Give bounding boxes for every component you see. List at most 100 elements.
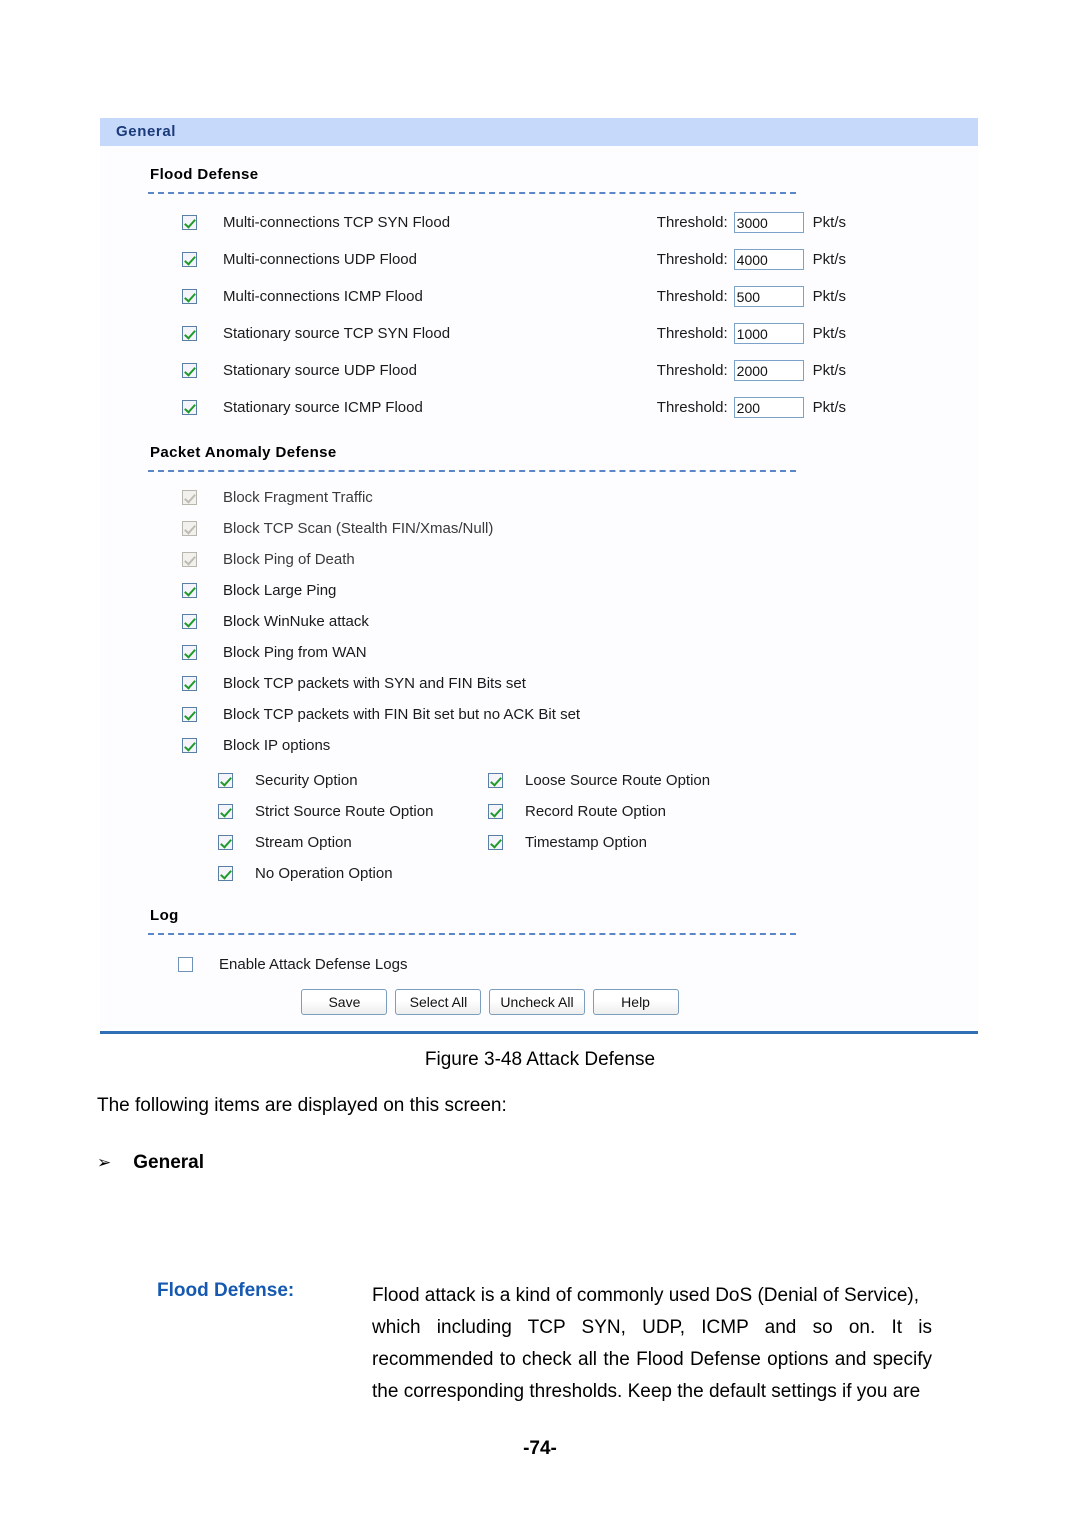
term-description: Flood attack is a kind of commonly used … xyxy=(372,1280,932,1408)
threshold-input[interactable] xyxy=(733,397,804,418)
ip-option-checkbox[interactable] xyxy=(218,804,233,819)
threshold-group: Threshold: Pkt/s xyxy=(657,397,978,418)
threshold-label: Threshold: xyxy=(656,251,728,268)
packet-anomaly-row: Block Large Ping xyxy=(100,575,978,606)
term-line: which including TCP SYN, UDP, ICMP and s… xyxy=(372,1317,932,1338)
save-button[interactable]: Save xyxy=(301,989,388,1015)
ip-option-label: Stream Option xyxy=(255,834,352,851)
bullet-heading-general: ➢ General xyxy=(97,1152,204,1174)
flood-defense-row: Multi-connections TCP SYN Flood Threshold… xyxy=(100,204,978,241)
packet-anomaly-label: Block IP options xyxy=(223,737,331,754)
packet-anomaly-checkbox xyxy=(182,521,197,536)
threshold-unit: Pkt/s xyxy=(812,251,846,268)
packet-anomaly-label: Block WinNuke attack xyxy=(223,613,369,630)
flood-defense-checkbox[interactable] xyxy=(182,215,197,230)
flood-defense-checkbox[interactable] xyxy=(182,289,197,304)
packet-anomaly-label: Block TCP packets with FIN Bit set but n… xyxy=(223,706,581,723)
help-button[interactable]: Help xyxy=(592,989,679,1015)
packet-anomaly-label: Block Fragment Traffic xyxy=(223,489,373,506)
threshold-input[interactable] xyxy=(733,212,804,233)
flood-defense-checkbox[interactable] xyxy=(182,363,197,378)
packet-anomaly-checkbox[interactable] xyxy=(182,614,197,629)
packet-anomaly-checkbox[interactable] xyxy=(182,583,197,598)
threshold-label: Threshold: xyxy=(656,288,728,305)
packet-anomaly-row: Block Ping of Death xyxy=(100,544,978,575)
packet-anomaly-checkbox[interactable] xyxy=(182,707,197,722)
threshold-group: Threshold: Pkt/s xyxy=(657,360,978,381)
packet-anomaly-title: Packet Anomaly Defense xyxy=(150,444,337,461)
figure-caption: Figure 3-48 Attack Defense xyxy=(424,1049,656,1070)
threshold-unit: Pkt/s xyxy=(812,214,846,231)
flood-defense-label: Stationary source TCP SYN Flood xyxy=(223,325,451,342)
panel-header-title: General xyxy=(116,123,177,140)
attack-defense-panel: General Flood Defense Multi-connections … xyxy=(100,118,978,1034)
ip-option-cell[interactable]: Security Option xyxy=(218,772,488,789)
ip-option-checkbox[interactable] xyxy=(218,835,233,850)
threshold-group: Threshold: Pkt/s xyxy=(657,249,978,270)
flood-defense-row: Stationary source UDP Flood Threshold: Pkt… xyxy=(100,352,978,389)
packet-anomaly-list: Block Fragment Traffic Block TCP Scan (St… xyxy=(100,482,978,761)
ip-option-row: Strict Source Route Option Record Route O… xyxy=(218,796,978,827)
flood-defense-checkbox[interactable] xyxy=(182,326,197,341)
packet-anomaly-row: Block TCP packets with FIN Bit set but n… xyxy=(100,699,978,730)
term-line: Flood attack is a kind of commonly used … xyxy=(372,1285,920,1306)
packet-anomaly-row: Block Fragment Traffic xyxy=(100,482,978,513)
threshold-input[interactable] xyxy=(733,360,804,381)
threshold-input[interactable] xyxy=(733,249,804,270)
flood-defense-checkbox[interactable] xyxy=(182,252,197,267)
ip-option-row: Stream Option Timestamp Option xyxy=(218,827,978,858)
ip-option-checkbox[interactable] xyxy=(218,866,233,881)
flood-defense-label: Multi-connections TCP SYN Flood xyxy=(223,214,451,231)
packet-anomaly-row: Block IP options xyxy=(100,730,978,761)
threshold-input[interactable] xyxy=(733,286,804,307)
ip-option-cell[interactable]: Loose Source Route Option xyxy=(488,772,758,789)
ip-option-cell[interactable]: Strict Source Route Option xyxy=(218,803,488,820)
log-divider xyxy=(148,933,796,935)
ip-option-checkbox[interactable] xyxy=(488,835,503,850)
button-bar: Save Select All Uncheck All Help xyxy=(2,983,978,1029)
flood-defense-label: Stationary source ICMP Flood xyxy=(223,399,423,416)
enable-attack-defense-logs-checkbox[interactable] xyxy=(178,956,193,972)
ip-option-label: Security Option xyxy=(255,772,358,789)
arrow-bullet-icon: ➢ xyxy=(97,1153,112,1172)
ip-option-row: No Operation Option xyxy=(218,858,978,889)
enable-attack-defense-logs-label: Enable Attack Defense Logs xyxy=(219,955,408,973)
packet-anomaly-checkbox xyxy=(182,552,197,567)
panel-body: Flood Defense Multi-connections TCP SYN … xyxy=(100,146,978,1029)
ip-option-checkbox[interactable] xyxy=(218,773,233,788)
packet-anomaly-divider xyxy=(148,470,796,472)
ip-option-checkbox[interactable] xyxy=(488,804,503,819)
flood-defense-row: Multi-connections ICMP Flood Threshold: Pk… xyxy=(100,278,978,315)
ip-option-cell[interactable]: Record Route Option xyxy=(488,803,758,820)
threshold-label: Threshold: xyxy=(656,362,728,379)
threshold-label: Threshold: xyxy=(656,399,728,416)
threshold-unit: Pkt/s xyxy=(812,362,846,379)
ip-option-cell[interactable]: Stream Option xyxy=(218,834,488,851)
packet-anomaly-label: Block Large Ping xyxy=(223,582,337,599)
term-line: the corresponding thresholds. Keep the d… xyxy=(372,1381,921,1402)
ip-options-group: Security Option Loose Source Route Option… xyxy=(100,761,978,889)
ip-option-label: No Operation Option xyxy=(255,865,393,882)
packet-anomaly-checkbox[interactable] xyxy=(182,676,197,691)
enable-logs-row[interactable]: Enable Attack Defense Logs xyxy=(100,945,978,983)
panel-bottom-rule xyxy=(100,1031,978,1034)
packet-anomaly-checkbox[interactable] xyxy=(182,738,197,753)
threshold-unit: Pkt/s xyxy=(812,325,846,342)
packet-anomaly-row: Block WinNuke attack xyxy=(100,606,978,637)
term-line: recommended to check all the Flood Defen… xyxy=(372,1349,932,1370)
ip-option-cell[interactable]: No Operation Option xyxy=(218,865,488,882)
threshold-unit: Pkt/s xyxy=(812,399,846,416)
packet-anomaly-label: Block Ping from WAN xyxy=(223,644,367,661)
ip-option-checkbox[interactable] xyxy=(488,773,503,788)
threshold-input[interactable] xyxy=(733,323,804,344)
flood-defense-title: Flood Defense xyxy=(150,166,259,183)
packet-anomaly-checkbox[interactable] xyxy=(182,645,197,660)
uncheck-all-button[interactable]: Uncheck All xyxy=(489,989,585,1015)
ip-option-cell[interactable]: Timestamp Option xyxy=(488,834,758,851)
flood-defense-checkbox[interactable] xyxy=(182,400,197,415)
ip-option-row: Security Option Loose Source Route Option xyxy=(218,765,978,796)
intro-paragraph: The following items are displayed on thi… xyxy=(97,1095,507,1116)
select-all-button[interactable]: Select All xyxy=(395,989,482,1015)
ip-option-label: Timestamp Option xyxy=(525,834,647,851)
bullet-heading-label: General xyxy=(133,1152,205,1173)
